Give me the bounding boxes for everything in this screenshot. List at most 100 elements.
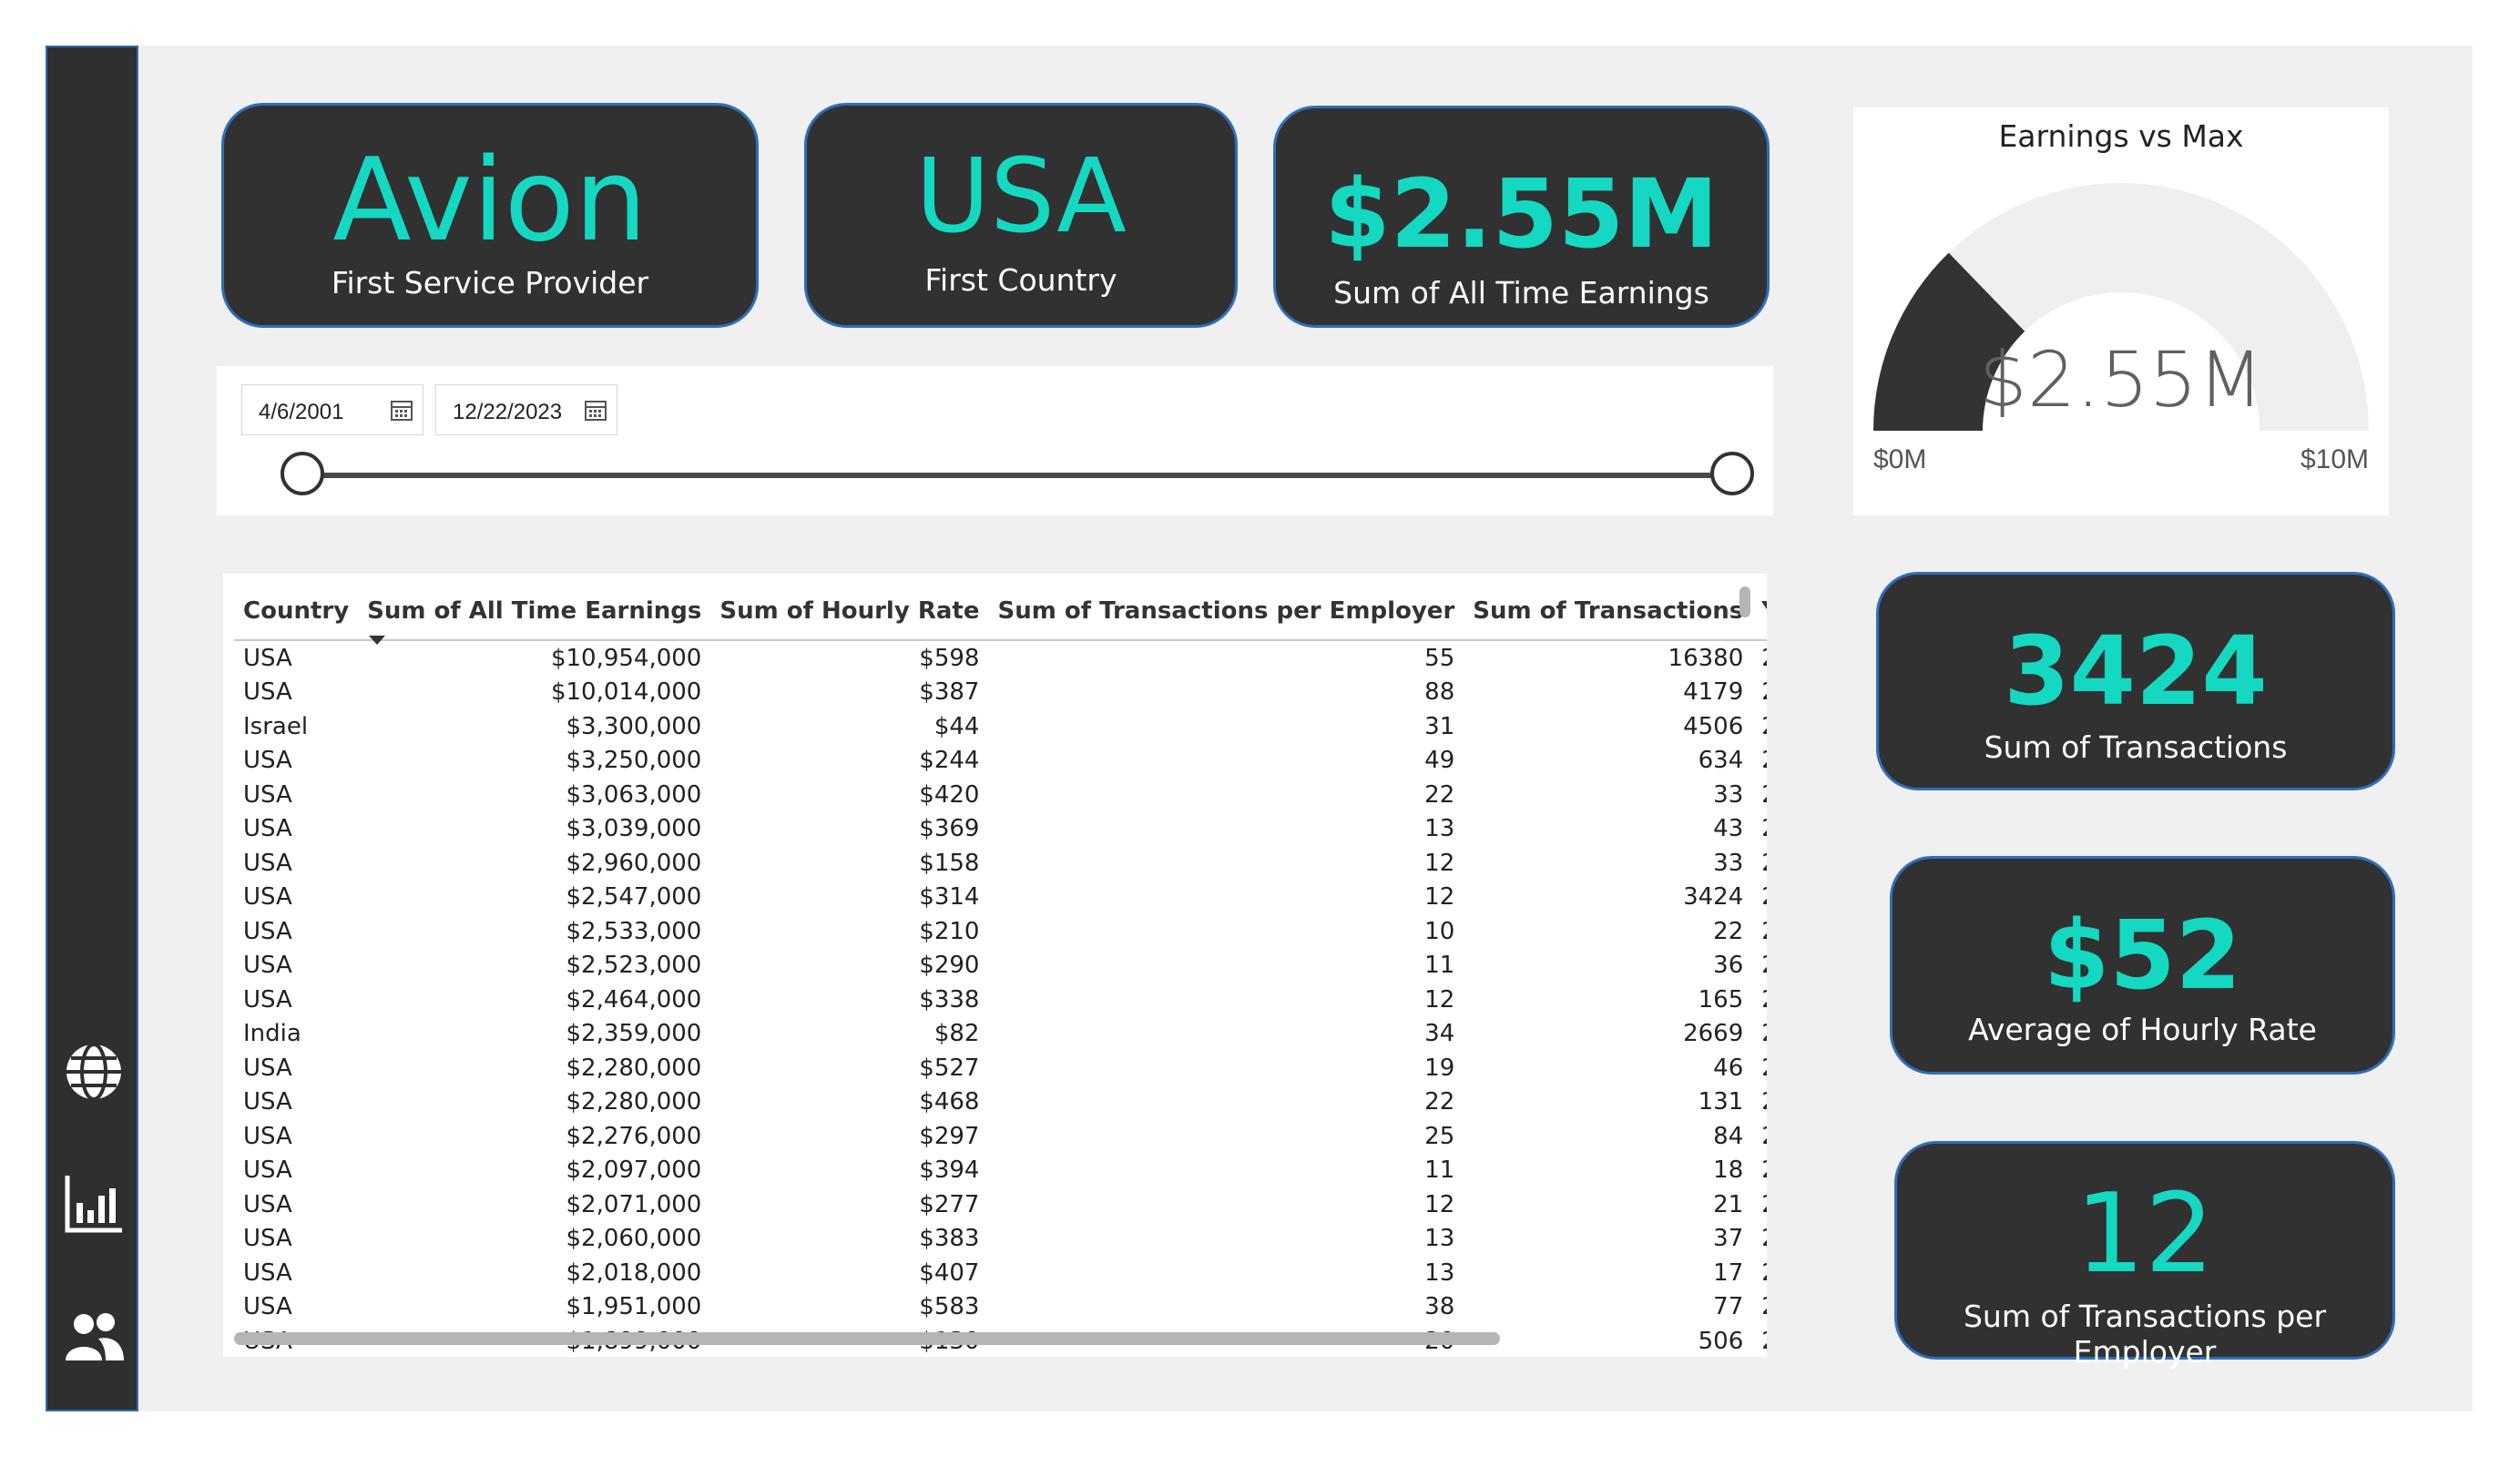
- table-cell: $2,071,000: [566, 1190, 702, 1218]
- kpi-card-per-employer: 12 Sum of Transactions per Employer: [1894, 1141, 2395, 1370]
- table-cell: 131: [1698, 1088, 1744, 1116]
- table-cell: $2,547,000: [566, 883, 702, 912]
- table-cell: 84: [1713, 1122, 1744, 1150]
- table-cell: $407: [919, 1258, 980, 1287]
- kpi-card-earnings: $2.55M Sum of All Time Earnings: [1273, 106, 1770, 328]
- table-cell: $3,300,000: [566, 712, 702, 740]
- table-cell: 43: [1713, 815, 1744, 843]
- table-cell: 13: [1424, 1225, 1455, 1253]
- table-cell: 2023: [1752, 949, 1767, 983]
- table-cell: $420: [919, 780, 980, 809]
- gauge-min-label: $0M: [1873, 444, 1927, 474]
- table-cell: USA: [243, 985, 292, 1014]
- table-cell: USA: [243, 1156, 292, 1185]
- table-row[interactable]: USA$2,097,000$39411182023Qt: [234, 1154, 1767, 1188]
- table-cell: 2023: [1752, 846, 1767, 881]
- table-row[interactable]: USA$2,533,000$21010222023Qt: [234, 914, 1767, 949]
- bar-chart-icon[interactable]: [62, 1172, 126, 1236]
- slider-track[interactable]: [302, 473, 1730, 478]
- people-icon[interactable]: [62, 1304, 126, 1368]
- column-header-earnings[interactable]: Sum of All Time Earnings: [358, 583, 711, 645]
- table-cell: $2,960,000: [566, 849, 702, 877]
- vertical-scrollbar[interactable]: [1740, 586, 1750, 617]
- table-cell: $383: [919, 1225, 980, 1253]
- gauge-max-label: $10M: [2300, 444, 2369, 474]
- column-header-transactions-per-employer[interactable]: Sum of Transactions per Employer: [988, 583, 1464, 641]
- table-row[interactable]: USA$2,547,000$3141234242023Qt: [234, 881, 1767, 915]
- table-cell: USA: [243, 1190, 292, 1218]
- table-row[interactable]: USA$10,014,000$3878841792023Qt: [234, 676, 1767, 710]
- table-cell: 31: [1424, 712, 1455, 740]
- end-date-input[interactable]: 12/22/2023: [435, 384, 617, 435]
- calendar-icon[interactable]: [390, 398, 413, 422]
- table-cell: 2023: [1752, 812, 1767, 847]
- table-cell: 2023: [1752, 1085, 1767, 1120]
- table-row[interactable]: USA$10,954,000$59855163802023Qt: [234, 640, 1767, 676]
- table-cell: $583: [919, 1293, 980, 1321]
- table-cell: 2023: [1752, 983, 1767, 1017]
- table-row[interactable]: USA$2,018,000$40713172023Qt: [234, 1256, 1767, 1290]
- globe-icon[interactable]: [62, 1040, 126, 1104]
- table-cell: USA: [243, 917, 292, 945]
- table-row[interactable]: USA$2,523,000$29011362023Qt: [234, 949, 1767, 983]
- table-cell: 12: [1424, 985, 1455, 1014]
- table-cell: 22: [1713, 917, 1744, 945]
- table-cell: 506: [1698, 1327, 1744, 1355]
- table-cell: $468: [919, 1088, 980, 1116]
- table-cell: $394: [919, 1156, 980, 1185]
- slider-end-handle[interactable]: [1710, 452, 1754, 495]
- column-header-hourly-rate[interactable]: Sum of Hourly Rate: [710, 583, 989, 641]
- table-row[interactable]: USA$3,250,000$244496342023Qt: [234, 744, 1767, 779]
- table-cell: 4179: [1683, 678, 1744, 707]
- table-row[interactable]: USA$2,071,000$27712212023Qt: [234, 1187, 1767, 1222]
- table-row[interactable]: USA$2,276,000$29725842023Qt: [234, 1119, 1767, 1154]
- table-cell: 2023: [1752, 778, 1767, 812]
- sidebar: [46, 46, 138, 1411]
- table-row[interactable]: USA$1,951,000$58338772023Qt: [234, 1290, 1767, 1325]
- table-row[interactable]: USA$3,039,000$36913432023Qt: [234, 812, 1767, 847]
- table-row[interactable]: USA$2,280,000$468221312023Qt: [234, 1085, 1767, 1120]
- table-cell: $210: [919, 917, 980, 945]
- calendar-icon[interactable]: [584, 398, 607, 422]
- kpi-card-hourly-rate: $52 Average of Hourly Rate: [1890, 856, 2395, 1075]
- table-row[interactable]: USA$2,280,000$52719462023Qt: [234, 1051, 1767, 1085]
- table-cell: $44: [934, 712, 980, 740]
- kpi-label: Sum of Transactions per Employer: [1963, 1299, 2327, 1370]
- gauge-card: Earnings vs Max $2.55M $0M $10M: [1853, 107, 2389, 515]
- table-cell: $10,954,000: [550, 644, 702, 672]
- table-cell: $3,063,000: [566, 780, 702, 809]
- table-cell: 2023: [1752, 1017, 1767, 1052]
- table-row[interactable]: USA$2,960,000$15812332023Qt: [234, 846, 1767, 881]
- table-cell: USA: [243, 815, 292, 843]
- start-date-input[interactable]: 4/6/2001: [241, 384, 423, 435]
- table-cell: 2023: [1752, 676, 1767, 710]
- table-cell: 2023: [1752, 914, 1767, 949]
- table-cell: 634: [1698, 747, 1744, 775]
- table-row[interactable]: India$2,359,000$823426692023Qt: [234, 1017, 1767, 1052]
- column-header-year[interactable]: Year: [1752, 583, 1767, 641]
- table-row[interactable]: Israel$3,300,000$443145062023Qt: [234, 709, 1767, 744]
- table-cell: 2023: [1752, 881, 1767, 915]
- column-header-country[interactable]: Country: [234, 583, 359, 641]
- table-row[interactable]: USA$3,063,000$42022332023Qt: [234, 778, 1767, 812]
- table-cell: 2023: [1752, 1222, 1767, 1257]
- table-cell: $297: [919, 1122, 980, 1150]
- table-cell: $158: [919, 849, 980, 877]
- table-cell: USA: [243, 883, 292, 912]
- table-row[interactable]: USA$2,464,000$338121652023Qt: [234, 983, 1767, 1017]
- table-cell: USA: [243, 747, 292, 775]
- table-cell: USA: [243, 1054, 292, 1082]
- table-cell: 10: [1424, 917, 1455, 945]
- table-cell: USA: [243, 849, 292, 877]
- slider-start-handle[interactable]: [281, 452, 324, 495]
- horizontal-scrollbar[interactable]: [234, 1332, 1500, 1345]
- table-row[interactable]: USA$2,060,000$38313372023Qt: [234, 1222, 1767, 1257]
- table-cell: 2023: [1752, 1187, 1767, 1222]
- table-cell: 37: [1713, 1225, 1744, 1253]
- table-cell: USA: [243, 1293, 292, 1321]
- table-cell: $369: [919, 815, 980, 843]
- table-cell: 46: [1713, 1054, 1744, 1082]
- kpi-label: First Country: [924, 262, 1117, 298]
- column-header-transactions[interactable]: Sum of Transactions: [1464, 583, 1753, 641]
- table-cell: USA: [243, 780, 292, 809]
